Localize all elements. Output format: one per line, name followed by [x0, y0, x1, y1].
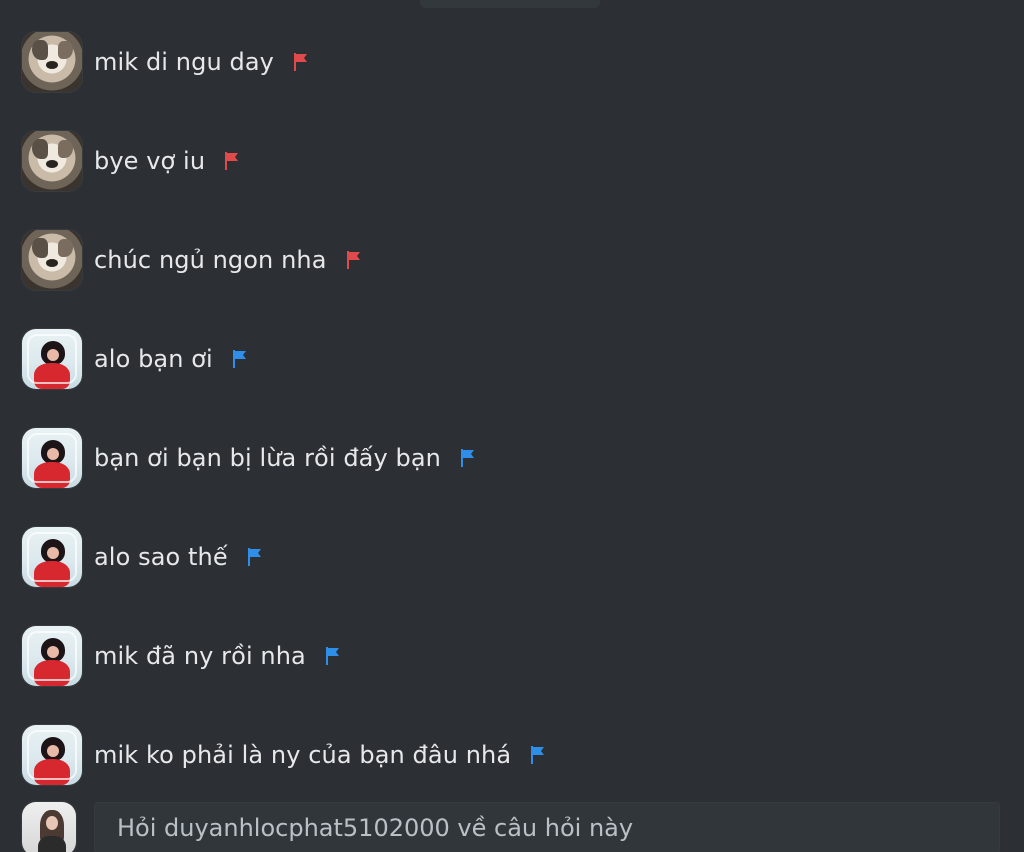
message-text: alo sao thế — [94, 543, 228, 571]
message-row: mik di ngu day — [22, 31, 312, 93]
message-text: mik di ngu day — [94, 48, 274, 76]
girl-avatar — [22, 725, 82, 785]
message-row: bạn ơi bạn bị lừa rồi đấy bạn — [22, 427, 479, 489]
dog-avatar — [22, 131, 82, 191]
report-flag-icon[interactable] — [244, 545, 266, 569]
message-row: mik ko phải là ny của bạn đâu nhá — [22, 724, 549, 786]
question-input-wrap — [94, 802, 1000, 852]
question-composer — [22, 802, 1002, 852]
message-text: alo bạn ơi — [94, 345, 213, 373]
girl-avatar — [22, 428, 82, 488]
message-text: mik ko phải là ny của bạn đâu nhá — [94, 741, 512, 769]
report-flag-icon[interactable] — [527, 743, 549, 767]
girl-avatar — [22, 329, 82, 389]
ask-question-input[interactable] — [95, 803, 999, 852]
message-row: chúc ngủ ngon nha — [22, 229, 365, 291]
girl-avatar — [22, 626, 82, 686]
report-flag-icon[interactable] — [322, 644, 344, 668]
message-text: mik đã ny rồi nha — [94, 642, 306, 670]
chat-screen: mik di ngu day bye vợ iu chúc ngủ ngon n… — [0, 0, 1024, 852]
report-flag-icon[interactable] — [221, 149, 243, 173]
message-row: alo bạn ơi — [22, 328, 251, 390]
current-user-avatar — [22, 802, 76, 852]
message-text: bạn ơi bạn bị lừa rồi đấy bạn — [94, 444, 441, 472]
girl-avatar — [22, 527, 82, 587]
message-row: alo sao thế — [22, 526, 266, 588]
message-text: chúc ngủ ngon nha — [94, 246, 327, 274]
report-flag-icon[interactable] — [229, 347, 251, 371]
dog-avatar — [22, 230, 82, 290]
report-flag-icon[interactable] — [290, 50, 312, 74]
message-text: bye vợ iu — [94, 147, 206, 175]
message-row: bye vợ iu — [22, 130, 243, 192]
report-flag-icon[interactable] — [343, 248, 365, 272]
dog-avatar — [22, 32, 82, 92]
message-row: mik đã ny rồi nha — [22, 625, 344, 687]
report-flag-icon[interactable] — [457, 446, 479, 470]
top-cut-off-element — [420, 0, 600, 8]
